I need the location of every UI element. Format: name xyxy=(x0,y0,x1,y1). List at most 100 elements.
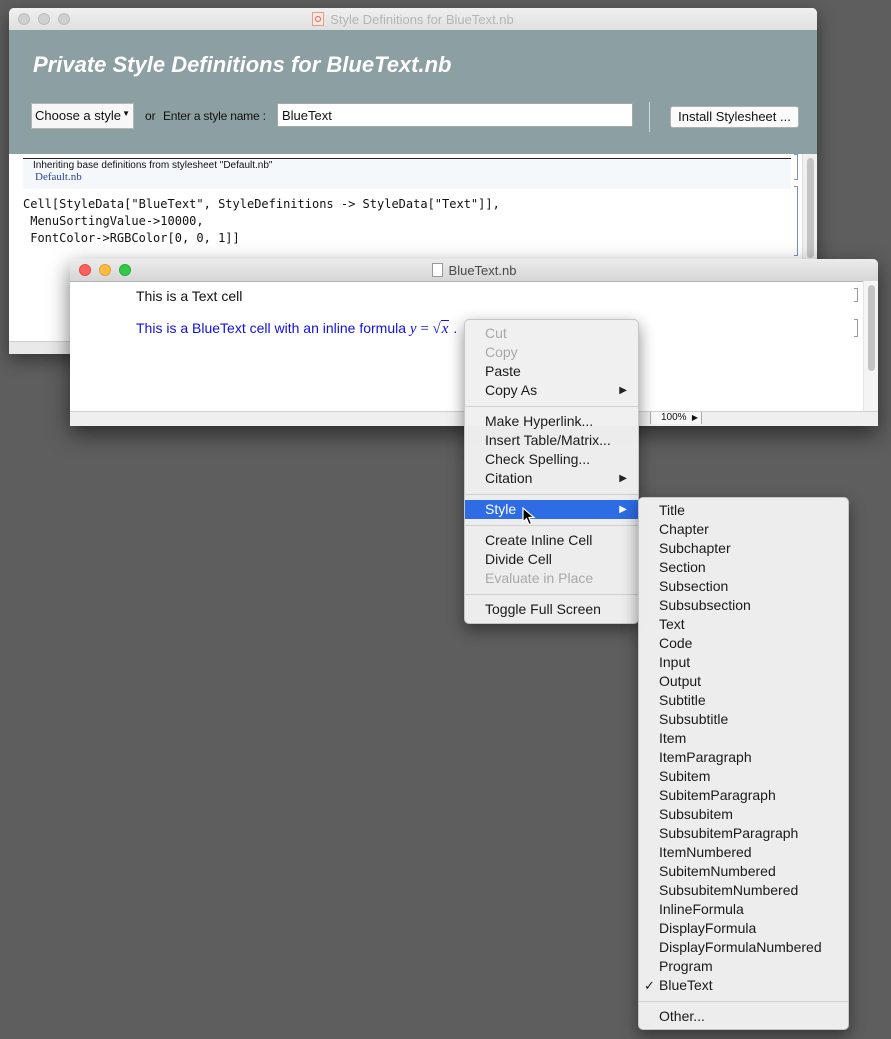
style-item-item[interactable]: Item xyxy=(639,729,848,748)
menu-item-label: SubsubitemNumbered xyxy=(659,882,799,898)
style-item-subsection[interactable]: Subsection xyxy=(639,577,848,596)
context-menu: Cut Copy Paste Copy As ▶ Make Hyperlink..… xyxy=(464,319,639,624)
menu-item-label: Item xyxy=(659,730,687,746)
stylesheet-header: Private Style Definitions for BlueText.n… xyxy=(9,30,817,154)
chevron-down-icon: ▼ xyxy=(122,109,130,118)
style-submenu: Title Chapter Subchapter Section Subsection S… xyxy=(638,497,849,1030)
menu-item-label: ItemNumbered xyxy=(659,844,752,860)
style-item-output[interactable]: Output xyxy=(639,672,848,691)
style-item-displayformula[interactable]: DisplayFormula xyxy=(639,919,848,938)
style-item-title[interactable]: Title xyxy=(639,501,848,520)
menu-item-copy[interactable]: Copy xyxy=(465,343,638,362)
submenu-arrow-icon: ▶ xyxy=(619,504,627,515)
window-titlebar[interactable]: Style Definitions for BlueText.nb xyxy=(9,8,817,31)
mouse-pointer-icon xyxy=(522,507,536,526)
menu-item-label: DisplayFormulaNumbered xyxy=(659,939,822,955)
style-name-input[interactable] xyxy=(277,103,633,127)
style-item-other[interactable]: Other... xyxy=(639,1007,848,1026)
style-item-subsubitemnumbered[interactable]: SubsubitemNumbered xyxy=(639,881,848,900)
menu-item-label: Paste xyxy=(485,363,521,379)
menu-item-label: SubitemParagraph xyxy=(659,787,776,803)
formula-variable: y xyxy=(409,321,417,337)
formula-equals: = xyxy=(416,321,433,337)
menu-item-toggle-full-screen[interactable]: Toggle Full Screen xyxy=(465,600,638,619)
style-item-subitemparagraph[interactable]: SubitemParagraph xyxy=(639,786,848,805)
menu-item-create-inline-cell[interactable]: Create Inline Cell xyxy=(465,531,638,550)
menu-item-label: Subsubitem xyxy=(659,806,733,822)
menu-item-label: Style xyxy=(485,501,517,517)
menu-item-label: Text xyxy=(659,616,685,632)
style-item-subsubsection[interactable]: Subsubsection xyxy=(639,596,848,615)
cell-bracket[interactable] xyxy=(854,319,858,337)
window-titlebar[interactable]: BlueText.nb xyxy=(70,259,878,282)
text-cell[interactable]: This is a Text cell xyxy=(136,288,242,304)
menu-item-label: Toggle Full Screen xyxy=(485,601,601,617)
inline-formula[interactable]: y = √x xyxy=(410,320,450,337)
menu-item-label: Citation xyxy=(485,470,533,486)
style-item-itemnumbered[interactable]: ItemNumbered xyxy=(639,843,848,862)
menu-item-cut[interactable]: Cut xyxy=(465,324,638,343)
menu-item-label: ItemParagraph xyxy=(659,749,752,765)
menu-item-label: Make Hyperlink... xyxy=(485,413,594,429)
menu-item-label: Check Spelling... xyxy=(485,451,591,467)
inherit-cell: Inheriting base definitions from stylesh… xyxy=(23,158,791,189)
choose-style-popup[interactable]: Choose a style ▼ xyxy=(31,103,134,129)
style-item-input[interactable]: Input xyxy=(639,653,848,672)
style-item-subchapter[interactable]: Subchapter xyxy=(639,539,848,558)
menu-item-label: Insert Table/Matrix... xyxy=(485,432,611,448)
inherit-text: Inheriting base definitions from stylesh… xyxy=(33,160,273,171)
menu-item-paste[interactable]: Paste xyxy=(465,362,638,381)
cell-bracket[interactable] xyxy=(794,154,798,180)
menu-item-label: Program xyxy=(659,958,713,974)
choose-style-label: Choose a style xyxy=(35,108,121,123)
style-item-subtitle[interactable]: Subtitle xyxy=(639,691,848,710)
menu-item-label: Code xyxy=(659,635,693,651)
style-definition-code[interactable]: Cell[StyleData["BlueText", StyleDefiniti… xyxy=(23,196,500,247)
bluetext-cell[interactable]: This is a BlueText cell with an inline f… xyxy=(136,320,457,338)
formula-tail: . xyxy=(449,320,458,336)
style-item-subitem[interactable]: Subitem xyxy=(639,767,848,786)
style-item-text[interactable]: Text xyxy=(639,615,848,634)
scrollbar-thumb[interactable] xyxy=(807,158,814,258)
menu-item-label: Subtitle xyxy=(659,692,706,708)
cell-bracket[interactable] xyxy=(854,288,858,302)
menu-item-check-spelling[interactable]: Check Spelling... xyxy=(465,450,638,469)
menu-item-label: Create Inline Cell xyxy=(485,532,593,548)
style-item-chapter[interactable]: Chapter xyxy=(639,520,848,539)
cell-bracket[interactable] xyxy=(794,186,798,256)
install-stylesheet-button[interactable]: Install Stylesheet ... xyxy=(670,106,799,128)
style-item-program[interactable]: Program xyxy=(639,957,848,976)
menu-separator xyxy=(465,494,638,495)
style-item-itemparagraph[interactable]: ItemParagraph xyxy=(639,748,848,767)
chevron-right-icon: ▶ xyxy=(691,413,698,422)
notebook-doc-icon xyxy=(312,12,325,26)
default-stylesheet-link[interactable]: Default.nb xyxy=(35,171,82,183)
menu-item-evaluate-in-place[interactable]: Evaluate in Place xyxy=(465,569,638,588)
menu-separator xyxy=(465,525,638,526)
style-item-subsubitem[interactable]: Subsubitem xyxy=(639,805,848,824)
zoom-popup[interactable]: 100% ▶ xyxy=(650,412,702,424)
menu-item-label: Section xyxy=(659,559,706,575)
style-item-subsubitemparagraph[interactable]: SubsubitemParagraph xyxy=(639,824,848,843)
menu-separator xyxy=(465,594,638,595)
style-item-subitemnumbered[interactable]: SubitemNumbered xyxy=(639,862,848,881)
or-label: or xyxy=(145,109,156,123)
menu-item-make-hyperlink[interactable]: Make Hyperlink... xyxy=(465,412,638,431)
menu-item-style[interactable]: Style ▶ xyxy=(465,500,638,519)
style-item-bluetext[interactable]: ✓ BlueText xyxy=(639,976,848,995)
menu-item-label: Subsubtitle xyxy=(659,711,729,727)
style-item-displayformulanumbered[interactable]: DisplayFormulaNumbered xyxy=(639,938,848,957)
style-item-subsubtitle[interactable]: Subsubtitle xyxy=(639,710,848,729)
menu-item-label: Input xyxy=(659,654,691,670)
style-item-inlineformula[interactable]: InlineFormula xyxy=(639,900,848,919)
menu-item-label: SubitemNumbered xyxy=(659,863,776,879)
menu-item-insert-table[interactable]: Insert Table/Matrix... xyxy=(465,431,638,450)
menu-item-label: Copy As xyxy=(485,382,538,398)
menu-item-copy-as[interactable]: Copy As ▶ xyxy=(465,381,638,400)
menu-item-divide-cell[interactable]: Divide Cell xyxy=(465,550,638,569)
scrollbar-thumb[interactable] xyxy=(868,285,875,371)
enter-style-name-label: Enter a style name : xyxy=(163,109,266,123)
menu-item-citation[interactable]: Citation ▶ xyxy=(465,469,638,488)
style-item-code[interactable]: Code xyxy=(639,634,848,653)
style-item-section[interactable]: Section xyxy=(639,558,848,577)
